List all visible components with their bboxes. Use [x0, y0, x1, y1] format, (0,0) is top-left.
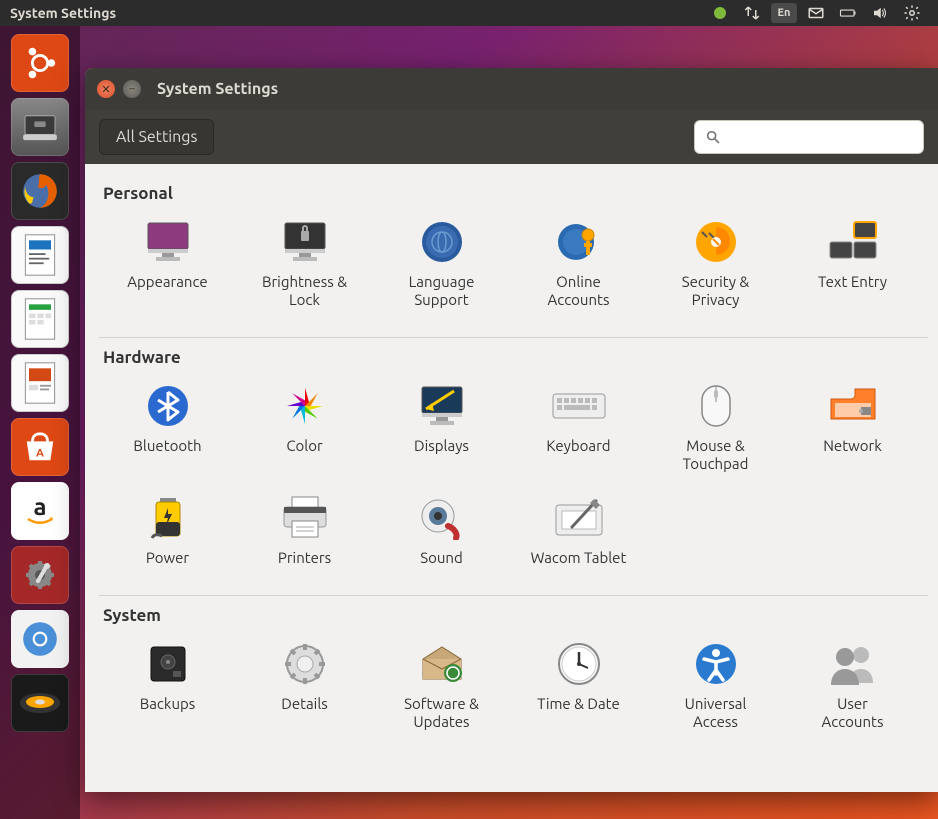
launcher-files[interactable] [11, 98, 69, 156]
launcher-calc[interactable] [11, 290, 69, 348]
launcher-chromium[interactable] [11, 610, 69, 668]
all-settings-button[interactable]: All Settings [99, 119, 214, 155]
item-printers[interactable]: Printers [236, 483, 373, 577]
divider [99, 595, 928, 596]
window-title: System Settings [157, 80, 278, 98]
item-bluetooth[interactable]: Bluetooth [99, 371, 236, 483]
section-hardware-grid: Bluetooth Color Displays Keyboard Mouse … [99, 371, 928, 577]
messaging-icon[interactable] [707, 3, 733, 23]
search-input[interactable] [729, 129, 913, 146]
item-user-accounts[interactable]: User Accounts [784, 629, 921, 741]
keyboard-indicator[interactable]: En [771, 3, 797, 23]
item-software-updates[interactable]: Software & Updates [373, 629, 510, 741]
divider [99, 337, 928, 338]
minimize-button[interactable]: – [123, 80, 141, 98]
network-icon[interactable] [739, 3, 765, 23]
search-icon [705, 129, 721, 145]
item-details[interactable]: Details [236, 629, 373, 741]
item-text-entry[interactable]: Text Entry [784, 207, 921, 319]
svg-text:A: A [36, 446, 44, 459]
item-power[interactable]: Power [99, 483, 236, 577]
system-settings-window: ✕ – System Settings All Settings Persona… [85, 68, 938, 792]
volume-icon[interactable] [867, 3, 893, 23]
close-button[interactable]: ✕ [97, 80, 115, 98]
mail-icon[interactable] [803, 3, 829, 23]
svg-text:a: a [33, 493, 46, 520]
launcher-firefox[interactable] [11, 162, 69, 220]
launcher-media[interactable] [11, 674, 69, 732]
section-hardware-title: Hardware [103, 348, 928, 367]
launcher-software[interactable]: A [11, 418, 69, 476]
item-backups[interactable]: Backups [99, 629, 236, 741]
launcher-settings[interactable] [11, 546, 69, 604]
item-displays[interactable]: Displays [373, 371, 510, 483]
item-online-accounts[interactable]: Online Accounts [510, 207, 647, 319]
launcher-impress[interactable] [11, 354, 69, 412]
search-box[interactable] [694, 120, 924, 154]
top-menubar: System Settings En [0, 0, 938, 26]
item-time-date[interactable]: Time & Date [510, 629, 647, 741]
launcher-amazon[interactable]: a [11, 482, 69, 540]
item-security-privacy[interactable]: Security & Privacy [647, 207, 784, 319]
item-network[interactable]: Network [784, 371, 921, 483]
launcher-writer[interactable] [11, 226, 69, 284]
settings-content: Personal Appearance Brightness & Lock La… [85, 164, 938, 792]
item-language-support[interactable]: Language Support [373, 207, 510, 319]
battery-icon[interactable] [835, 3, 861, 23]
gear-icon[interactable] [899, 3, 925, 23]
section-system-grid: Backups Details Software & Updates Time … [99, 629, 928, 741]
section-personal-grid: Appearance Brightness & Lock Language Su… [99, 207, 928, 319]
item-sound[interactable]: Sound [373, 483, 510, 577]
menubar-title: System Settings [10, 5, 116, 21]
item-keyboard[interactable]: Keyboard [510, 371, 647, 483]
window-toolbar: All Settings [85, 110, 938, 164]
item-appearance[interactable]: Appearance [99, 207, 236, 319]
item-universal-access[interactable]: Universal Access [647, 629, 784, 741]
item-mouse-touchpad[interactable]: Mouse & Touchpad [647, 371, 784, 483]
section-personal-title: Personal [103, 184, 928, 203]
unity-launcher: A a [0, 26, 80, 819]
item-wacom-tablet[interactable]: Wacom Tablet [510, 483, 647, 577]
item-color[interactable]: Color [236, 371, 373, 483]
launcher-dash[interactable] [11, 34, 69, 92]
section-system-title: System [103, 606, 928, 625]
window-titlebar[interactable]: ✕ – System Settings [85, 68, 938, 110]
item-brightness-lock[interactable]: Brightness & Lock [236, 207, 373, 319]
